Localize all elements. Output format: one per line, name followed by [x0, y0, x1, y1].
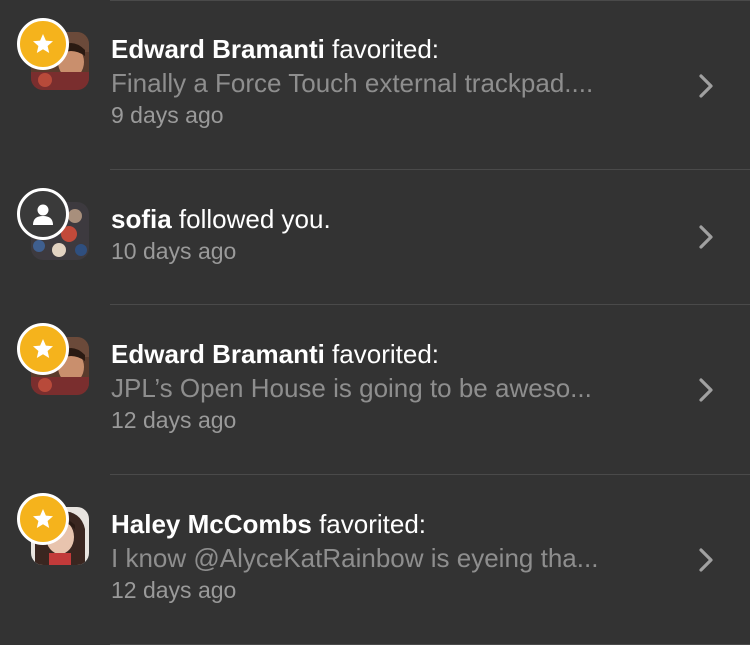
timestamp: 12 days ago [111, 577, 237, 603]
chevron-right-icon [699, 74, 713, 98]
notification-title: Edward Bramanti favorited: [111, 337, 670, 371]
action-text: followed you. [171, 204, 331, 234]
action-text: favorited: [324, 34, 439, 64]
notification-row[interactable]: Edward Bramanti favorited: JPL’s Open Ho… [0, 305, 750, 475]
notification-row[interactable]: Haley McCombs favorited: I know @AlyceKa… [0, 475, 750, 645]
timestamp: 9 days ago [111, 102, 224, 128]
action-text: favorited: [324, 339, 439, 369]
notification-text: Edward Bramanti favorited: JPL’s Open Ho… [111, 337, 670, 435]
chevron-right-icon [699, 225, 713, 249]
notification-text: Haley McCombs favorited: I know @AlyceKa… [111, 507, 670, 605]
user-name: Haley McCombs [111, 509, 312, 539]
timestamp: 12 days ago [111, 407, 237, 433]
notification-text: sofia followed you. 10 days ago [111, 202, 670, 266]
notification-text: Edward Bramanti favorited: Finally a For… [111, 32, 670, 130]
chevron-right-icon [699, 548, 713, 572]
tweet-preview: I know @AlyceKatRainbow is eyeing tha... [111, 543, 599, 573]
chevron-right-icon [699, 378, 713, 402]
notification-row[interactable]: Edward Bramanti favorited: Finally a For… [0, 0, 750, 170]
timestamp: 10 days ago [111, 238, 237, 264]
tweet-preview: JPL’s Open House is going to be aweso... [111, 373, 592, 403]
notification-title: sofia followed you. [111, 202, 670, 236]
person-icon [17, 188, 69, 240]
action-text: favorited: [311, 509, 427, 539]
user-name: sofia [111, 204, 172, 234]
star-icon [17, 493, 69, 545]
notification-title: Edward Bramanti favorited: [111, 32, 670, 66]
star-icon [17, 323, 69, 375]
user-name: Edward Bramanti [111, 339, 325, 369]
notification-row[interactable]: sofia followed you. 10 days ago [0, 170, 750, 305]
notifications-list: Edward Bramanti favorited: Finally a For… [0, 0, 750, 645]
star-icon [17, 18, 69, 70]
notification-title: Haley McCombs favorited: [111, 507, 670, 541]
tweet-preview: Finally a Force Touch external trackpad.… [111, 68, 594, 98]
user-name: Edward Bramanti [111, 34, 325, 64]
